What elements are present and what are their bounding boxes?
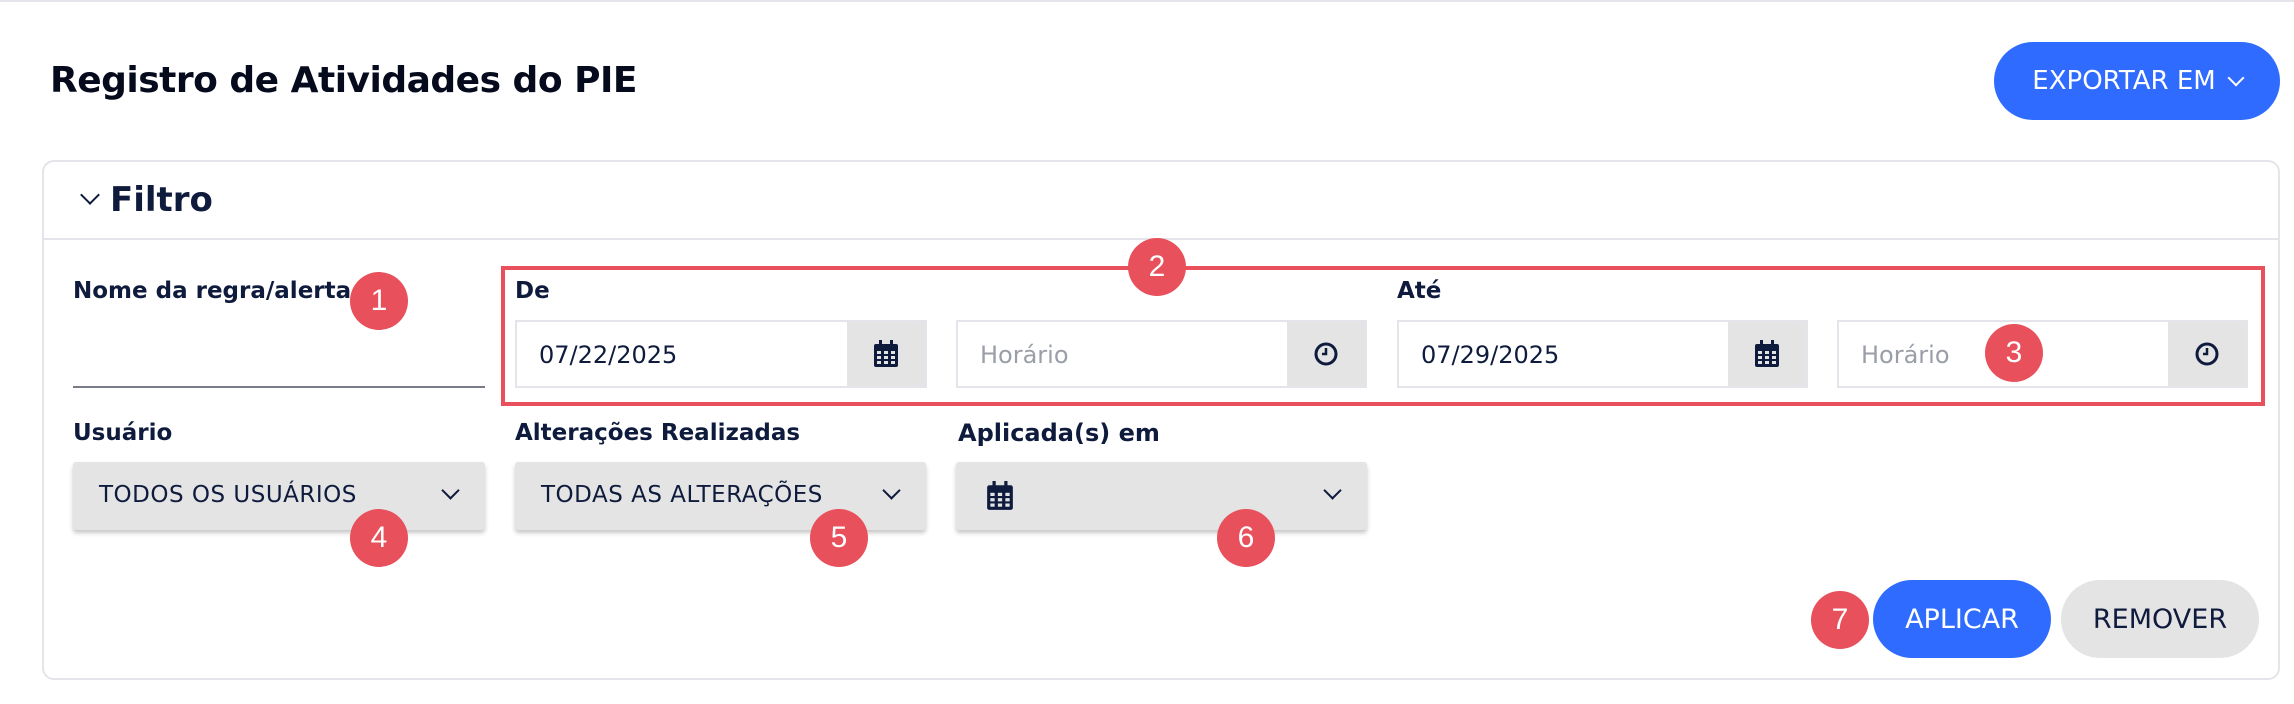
user-label: Usuário [73,420,173,446]
from-date-field[interactable]: 07/22/2025 [515,320,927,388]
user-select[interactable]: TODOS OS USUÁRIOS [73,462,485,530]
annotation-badge-7: 7 [1811,591,1869,649]
from-time-placeholder: Horário [980,341,1069,369]
to-time-placeholder: Horário [1861,341,1950,369]
to-time-picker-button[interactable] [2168,322,2246,386]
user-select-value: TODOS OS USUÁRIOS [99,482,357,508]
page-title: Registro de Atividades do PIE [50,60,637,101]
from-label: De [515,278,550,304]
apply-button[interactable]: APLICAR [1873,580,2051,658]
rule-name-input[interactable] [73,330,485,388]
annotation-badge-4: 4 [350,509,408,567]
to-date-field[interactable]: 07/29/2025 [1397,320,1808,388]
chevron-down-icon [441,481,460,500]
from-date-picker-button[interactable] [847,322,925,386]
annotation-badge-5: 5 [810,509,868,567]
annotation-badge-1: 1 [350,272,408,330]
to-label: Até [1397,278,1442,304]
calendar-icon [987,481,1013,510]
filter-header[interactable]: Filtro [44,162,2278,240]
to-date-picker-button[interactable] [1728,322,1806,386]
to-date-value: 07/29/2025 [1421,341,1560,369]
changes-select-value: TODAS AS ALTERAÇÕES [541,482,823,508]
filter-title: Filtro [110,180,213,220]
chevron-down-icon [2227,69,2245,87]
remove-button[interactable]: REMOVER [2061,580,2259,658]
chevron-down-icon [1323,481,1342,500]
clock-icon [2195,342,2219,366]
export-button-label: EXPORTAR EM [2032,66,2216,96]
from-time-picker-button[interactable] [1287,322,1365,386]
calendar-icon [874,340,898,367]
top-divider [0,0,2294,2]
export-button[interactable]: EXPORTAR EM [1994,42,2280,120]
applied-in-label: Aplicada(s) em [958,419,1160,447]
clock-icon [1314,342,1338,366]
changes-label: Alterações Realizadas [515,420,801,446]
from-time-field[interactable]: Horário [956,320,1367,388]
annotation-badge-3: 3 [1985,324,2043,382]
chevron-down-icon [882,481,901,500]
calendar-icon [1755,340,1779,367]
rule-name-label: Nome da regra/alerta [73,278,352,304]
applied-in-select[interactable] [956,462,1367,530]
chevron-down-icon[interactable] [80,185,100,205]
changes-select[interactable]: TODAS AS ALTERAÇÕES [515,462,926,530]
annotation-badge-6: 6 [1217,509,1275,567]
annotation-badge-2: 2 [1128,238,1186,296]
from-date-value: 07/22/2025 [539,341,678,369]
